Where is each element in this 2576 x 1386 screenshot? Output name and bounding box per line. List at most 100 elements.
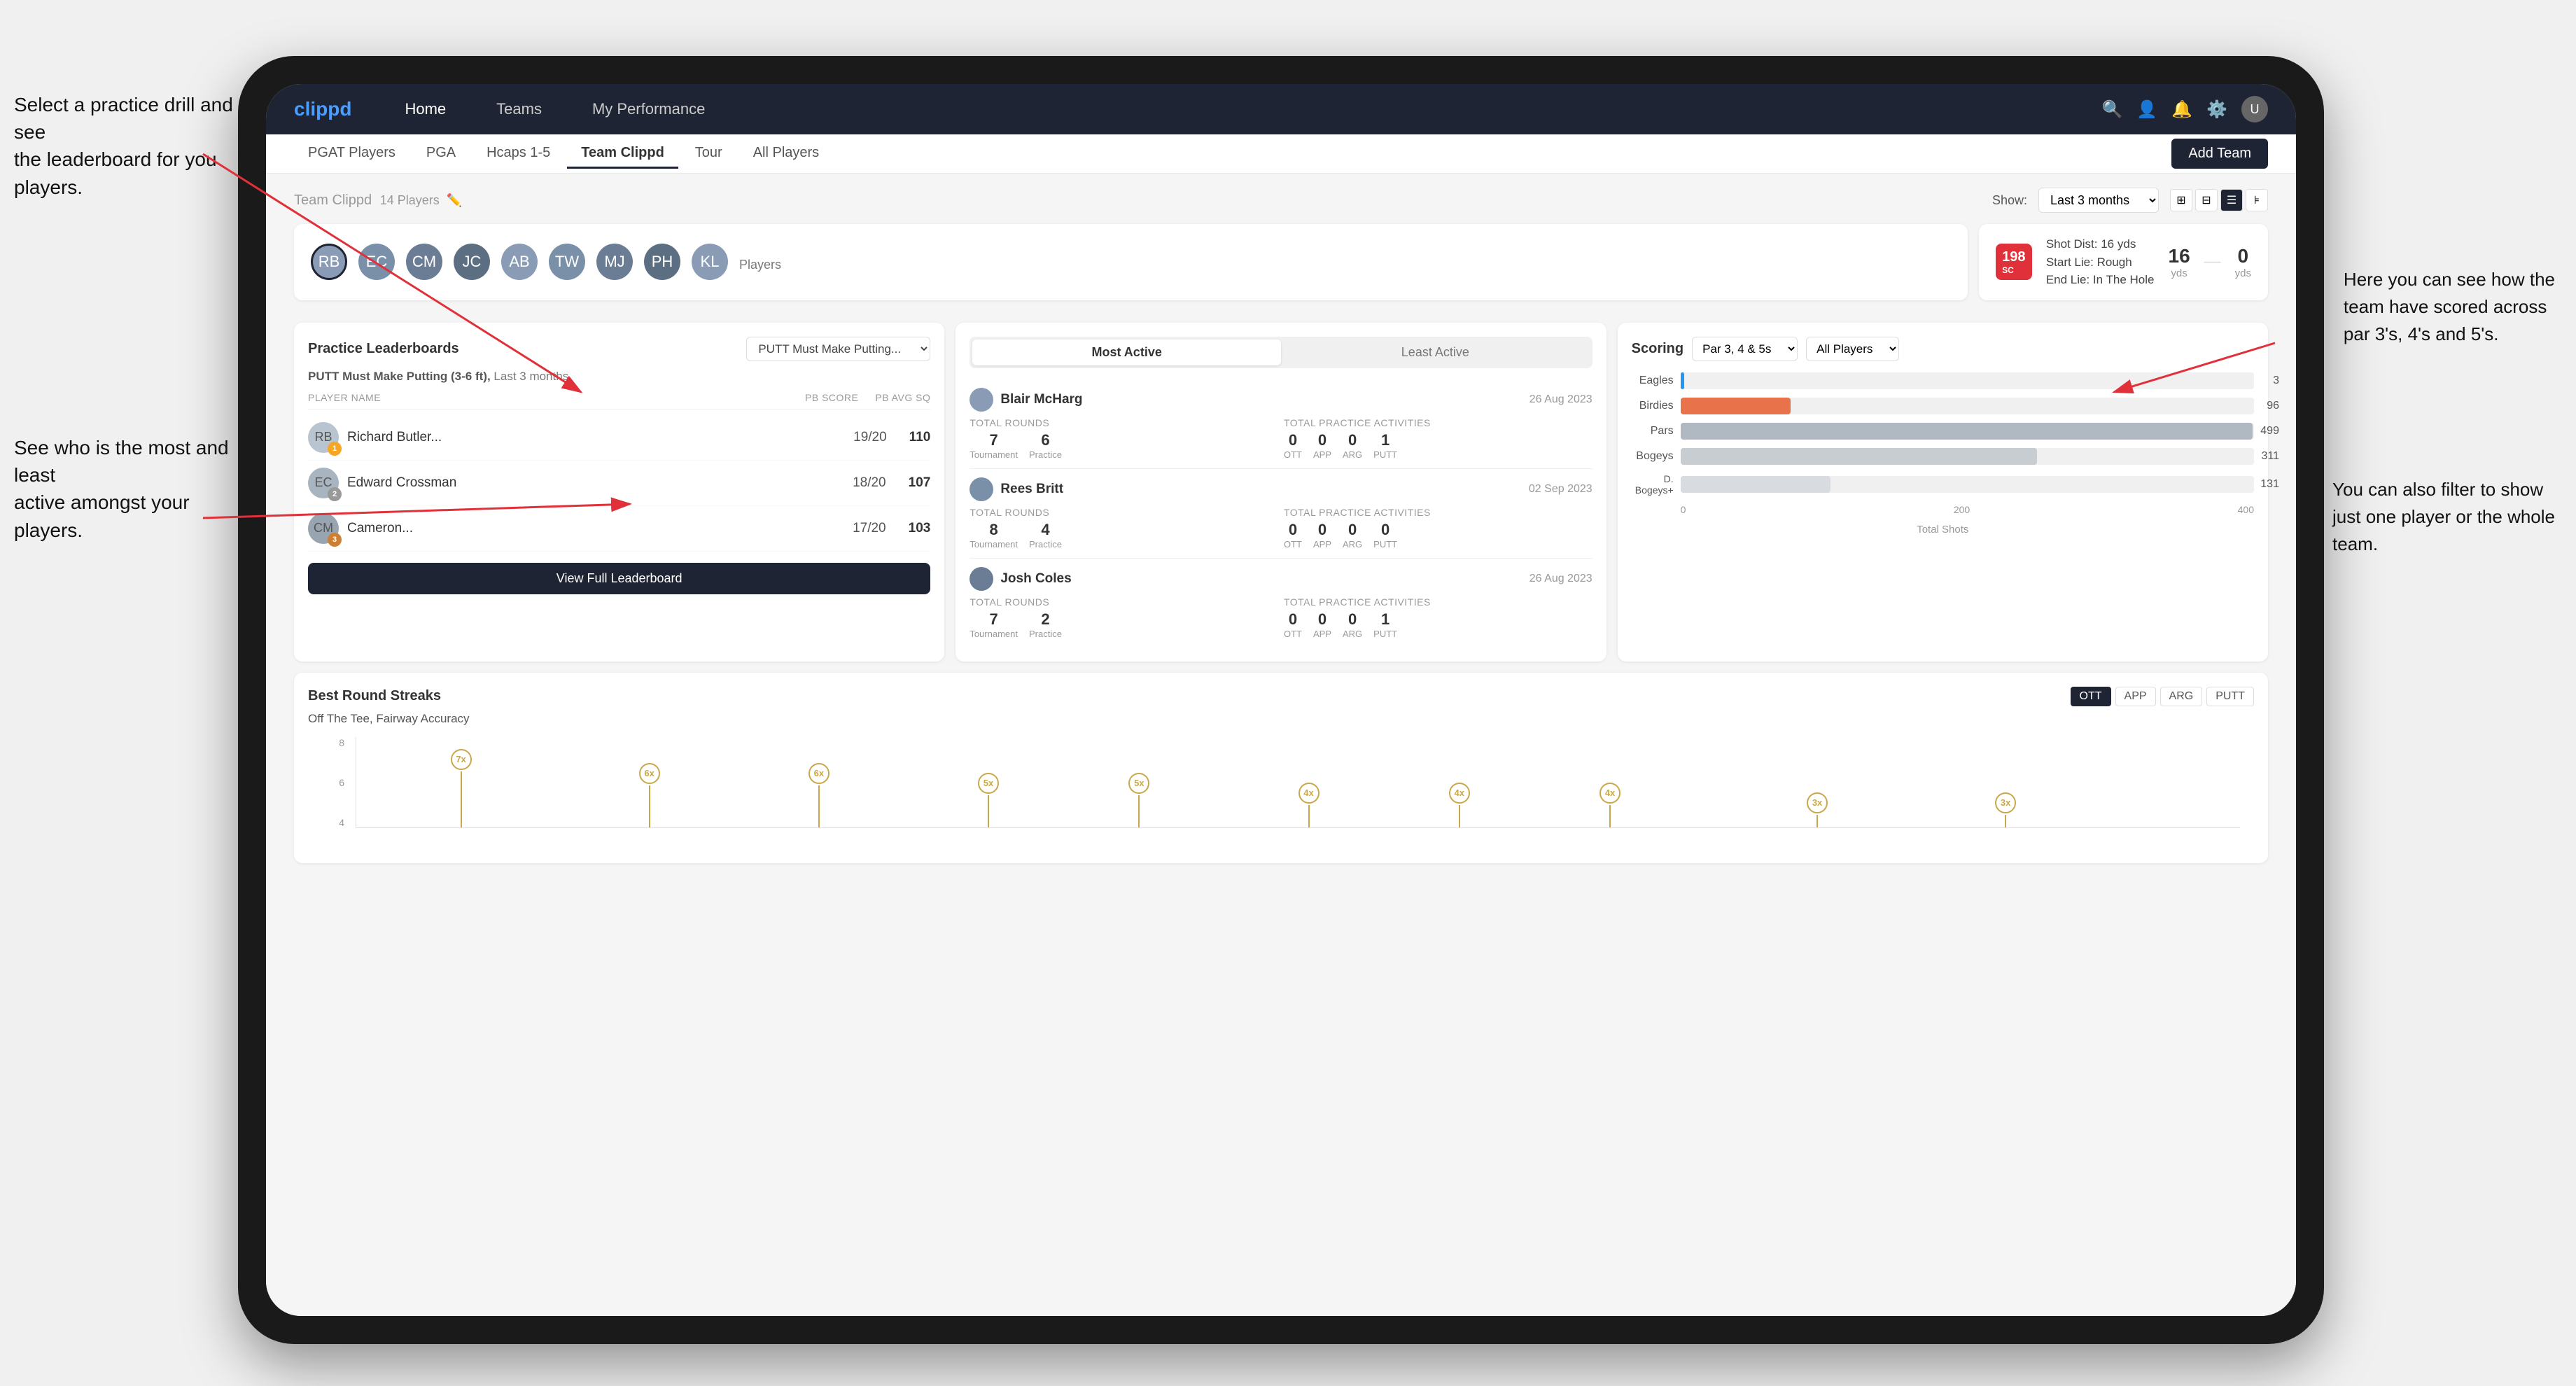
pa-date-2: 02 Sep 2023 [1529, 483, 1592, 496]
lb-avatar-3: CM 3 [308, 513, 339, 544]
player-avatar-1[interactable]: RB [311, 244, 347, 280]
pa-avatar-2 [969, 477, 993, 501]
player-activity-2: Rees Britt 02 Sep 2023 Total Rounds 8 [969, 469, 1592, 559]
streaks-chart: 8 6 4 7x 6x [322, 737, 2240, 849]
settings-icon[interactable]: ⚙️ [2206, 99, 2227, 120]
leaderboard-filter[interactable]: PUTT Must Make Putting... [746, 337, 930, 361]
nav-item-performance[interactable]: My Performance [581, 94, 716, 124]
leaderboard-subtitle: PUTT Must Make Putting (3-6 ft), Last 3 … [308, 370, 930, 384]
rank-badge-2: 2 [328, 487, 342, 501]
player-avatar-7[interactable]: MJ [596, 244, 633, 280]
pa-name-1: Blair McHarg [969, 388, 1082, 412]
rounds-cols-1: 7 Tournament 6 Practice [969, 431, 1278, 460]
shot-info-text: Shot Dist: 16 yds Start Lie: Rough End L… [2046, 235, 2155, 289]
ott-col-2: 0 OTT [1284, 521, 1302, 550]
scoring-filter-players[interactable]: All Players [1806, 337, 1899, 361]
streak-line-1 [461, 771, 462, 827]
nav-item-home[interactable]: Home [393, 94, 457, 124]
bar-container-bogeys: 311 [1681, 448, 2254, 465]
annotation-left-bottom: See who is the most and leastactive amon… [14, 434, 238, 544]
sub-nav-pgat[interactable]: PGAT Players [294, 139, 410, 169]
leaderboard-header: Practice Leaderboards PUTT Must Make Put… [308, 337, 930, 361]
sub-nav: PGAT Players PGA Hcaps 1-5 Team Clippd T… [266, 134, 2296, 174]
player-avatar-2[interactable]: EC [358, 244, 395, 280]
bar-label-birdies: Birdies [1632, 400, 1674, 412]
people-icon[interactable]: 👤 [2136, 99, 2157, 120]
bar-fill-eagles [1681, 372, 1684, 389]
lb-score-1: 19/20 [853, 430, 887, 445]
sub-nav-tour[interactable]: Tour [681, 139, 736, 169]
sub-nav-team-clippd[interactable]: Team Clippd [567, 139, 678, 169]
bell-icon[interactable]: 🔔 [2171, 99, 2192, 120]
ott-button[interactable]: OTT [2071, 687, 2111, 706]
streak-dot-8: 4x [1600, 783, 1620, 827]
practice-activities-group-1: Total Practice Activities 0 OTT 0 APP [1284, 417, 1592, 460]
bar-val-birdies: 96 [2267, 400, 2279, 412]
avatar[interactable]: U [2241, 96, 2268, 122]
view-full-leaderboard-button[interactable]: View Full Leaderboard [308, 563, 930, 594]
player-avatar-9[interactable]: KL [692, 244, 728, 280]
most-active-tab[interactable]: Most Active [972, 340, 1281, 365]
arg-col-2: 0 ARG [1343, 521, 1362, 550]
filter-icon[interactable]: ⊧ [2246, 189, 2268, 211]
lb-avg-2: 107 [909, 475, 931, 491]
shot-num-1: 16 yds [2169, 245, 2190, 279]
streak-label-2: 6x [639, 763, 660, 784]
sub-nav-hcaps[interactable]: Hcaps 1-5 [472, 139, 564, 169]
add-team-button[interactable]: Add Team [2171, 139, 2268, 169]
pa-header-1: Blair McHarg 26 Aug 2023 [969, 388, 1592, 412]
nav-bar: clippd Home Teams My Performance 🔍 👤 🔔 ⚙… [266, 84, 2296, 134]
pa-header-3: Josh Coles 26 Aug 2023 [969, 567, 1592, 591]
player-avatar-5[interactable]: AB [501, 244, 538, 280]
player-avatar-3[interactable]: CM [406, 244, 442, 280]
grid-large-icon[interactable]: ⊟ [2195, 189, 2218, 211]
player-avatar-8[interactable]: PH [644, 244, 680, 280]
bar-fill-dbogeys [1681, 476, 1831, 493]
scoring-filter-par[interactable]: Par 3, 4 & 5s [1692, 337, 1798, 361]
show-select[interactable]: Last 3 months Last 6 months Last year [2038, 188, 2159, 213]
least-active-tab[interactable]: Least Active [1281, 340, 1590, 365]
activity-card: Most Active Least Active Blair McHarg 26… [955, 323, 1606, 662]
app-button[interactable]: APP [2115, 687, 2156, 706]
bar-label-eagles: Eagles [1632, 374, 1674, 387]
app-col-2: 0 APP [1313, 521, 1331, 550]
pa-date-3: 26 Aug 2023 [1530, 573, 1592, 585]
streak-line-5 [1138, 795, 1140, 827]
player-avatar-4[interactable]: JC [454, 244, 490, 280]
grid-small-icon[interactable]: ⊞ [2170, 189, 2192, 211]
practice-activities-group-3: Total Practice Activities 0 OTT 0 APP [1284, 596, 1592, 639]
player-avatar-6[interactable]: TW [549, 244, 585, 280]
streak-label-3: 6x [808, 763, 830, 784]
shot-numbers: 16 yds — 0 yds [2169, 245, 2252, 279]
streak-dot-7: 4x [1449, 783, 1470, 827]
bar-label-dbogeys: D. Bogeys+ [1632, 473, 1674, 496]
bar-row-dbogeys: D. Bogeys+ 131 [1632, 473, 2254, 496]
bar-container-eagles: 3 [1681, 372, 2254, 389]
arg-button[interactable]: ARG [2160, 687, 2203, 706]
total-rounds-label-1: Total Rounds [969, 417, 1278, 428]
streak-label-1: 7x [451, 749, 472, 770]
streaks-buttons: OTT APP ARG PUTT [2071, 687, 2254, 706]
rounds-cols-3: 7 Tournament 2 Practice [969, 610, 1278, 639]
sub-nav-all-players[interactable]: All Players [739, 139, 833, 169]
streak-line-9 [1816, 815, 1818, 827]
bar-row-birdies: Birdies 96 [1632, 398, 2254, 414]
player-activity-3: Josh Coles 26 Aug 2023 Total Rounds 7 [969, 559, 1592, 648]
rounds-cols-2: 8 Tournament 4 Practice [969, 521, 1278, 550]
streak-label-7: 4x [1449, 783, 1470, 804]
edit-icon[interactable]: ✏️ [447, 193, 462, 208]
putt-button[interactable]: PUTT [2206, 687, 2254, 706]
lb-score-3: 17/20 [853, 521, 886, 536]
annotation-right-bottom: You can also filter to showjust one play… [2332, 476, 2555, 558]
streak-line-6 [1308, 805, 1310, 827]
search-icon[interactable]: 🔍 [2101, 99, 2122, 120]
sub-nav-pga[interactable]: PGA [412, 139, 470, 169]
lb-name-3: Cameron... [347, 521, 844, 536]
list-icon[interactable]: ☰ [2220, 189, 2243, 211]
pa-name-3: Josh Coles [969, 567, 1071, 591]
streak-dot-3: 6x [808, 763, 830, 827]
annotation-left-top: Select a practice drill and seethe leade… [14, 91, 238, 201]
bar-val-dbogeys: 131 [2260, 478, 2279, 491]
nav-item-teams[interactable]: Teams [485, 94, 553, 124]
lb-name-1: Richard Butler... [347, 430, 845, 445]
